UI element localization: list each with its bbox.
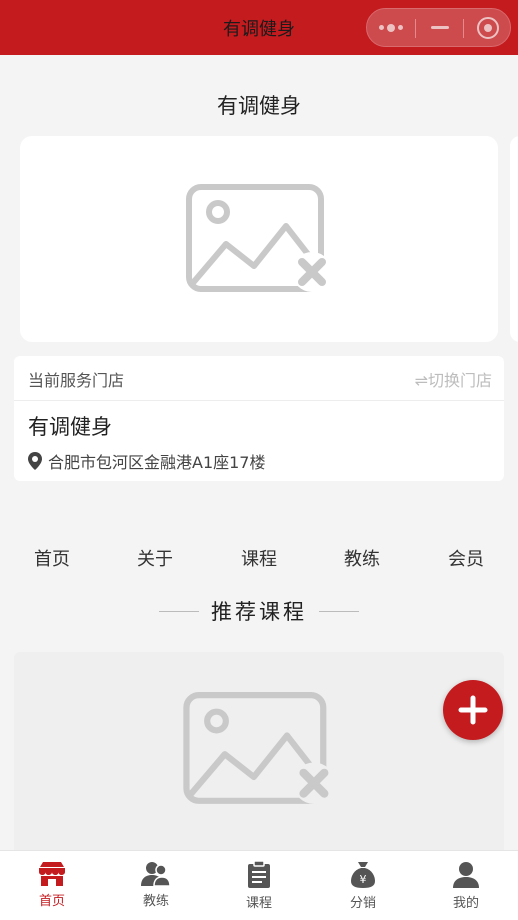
- minimize-button[interactable]: [416, 9, 464, 46]
- tab-distribution[interactable]: ¥ 分销: [311, 851, 415, 920]
- store-address-text: 合肥市包河区金融港A1座17楼: [48, 453, 266, 472]
- store-address: 合肥市包河区金融港A1座17楼: [28, 449, 266, 473]
- svg-text:¥: ¥: [360, 873, 367, 886]
- switch-store-button[interactable]: ⇌切换门店: [415, 367, 492, 391]
- nav-home[interactable]: 首页: [12, 545, 92, 571]
- tab-coach[interactable]: 教练: [104, 851, 208, 920]
- nav-members[interactable]: 会员: [426, 545, 506, 571]
- store-card: 当前服务门店 ⇌切换门店 有调健身 合肥市包河区金融港A1座17楼: [14, 356, 504, 481]
- clipboard-icon: [248, 861, 270, 888]
- nav-about[interactable]: 关于: [115, 545, 195, 571]
- tab-home[interactable]: 首页: [0, 851, 104, 920]
- coach-icon: [141, 862, 171, 887]
- broken-image-icon: [186, 184, 332, 292]
- add-button[interactable]: [443, 680, 503, 740]
- top-bar: 有调健身: [0, 0, 518, 55]
- user-icon: [453, 862, 479, 888]
- bottom-tab-bar: 首页 教练 课程 ¥ 分销 我的: [0, 850, 518, 920]
- course-card[interactable]: [14, 652, 504, 862]
- tab-label: 课程: [245, 896, 272, 911]
- banner-slide[interactable]: [20, 136, 498, 342]
- more-dots-icon: [379, 23, 403, 32]
- money-bag-icon: ¥: [351, 862, 375, 888]
- more-button[interactable]: [367, 9, 415, 46]
- nav-coaches[interactable]: 教练: [322, 545, 402, 571]
- close-button[interactable]: [464, 9, 512, 46]
- section-title: 推荐课程: [211, 600, 307, 624]
- tab-courses[interactable]: 课程: [207, 851, 311, 920]
- banner-next-slide[interactable]: [510, 136, 518, 342]
- tab-label: 教练: [142, 894, 169, 909]
- broken-image-icon: [183, 692, 335, 804]
- quick-nav: 首页 关于 课程 教练 会员: [0, 545, 518, 571]
- tab-mine[interactable]: 我的: [414, 851, 518, 920]
- tab-label: 分销: [349, 896, 376, 911]
- title-divider-right: [319, 610, 359, 612]
- minimize-icon: [431, 26, 449, 29]
- mini-program-capsule: [366, 8, 511, 47]
- plus-icon: [458, 695, 488, 725]
- recommended-courses-header: 推荐课程: [0, 596, 518, 626]
- page-title: 有调健身: [217, 94, 301, 118]
- tab-label: 我的: [452, 896, 479, 911]
- store-name: 有调健身: [28, 415, 112, 439]
- title-divider-left: [159, 610, 199, 612]
- tab-label: 首页: [38, 894, 65, 909]
- target-icon: [477, 16, 499, 39]
- location-pin-icon: [28, 452, 42, 470]
- store-card-header: 当前服务门店 ⇌切换门店: [14, 356, 504, 401]
- store-icon: [39, 862, 65, 886]
- nav-courses[interactable]: 课程: [219, 545, 299, 571]
- store-label: 当前服务门店: [28, 371, 125, 390]
